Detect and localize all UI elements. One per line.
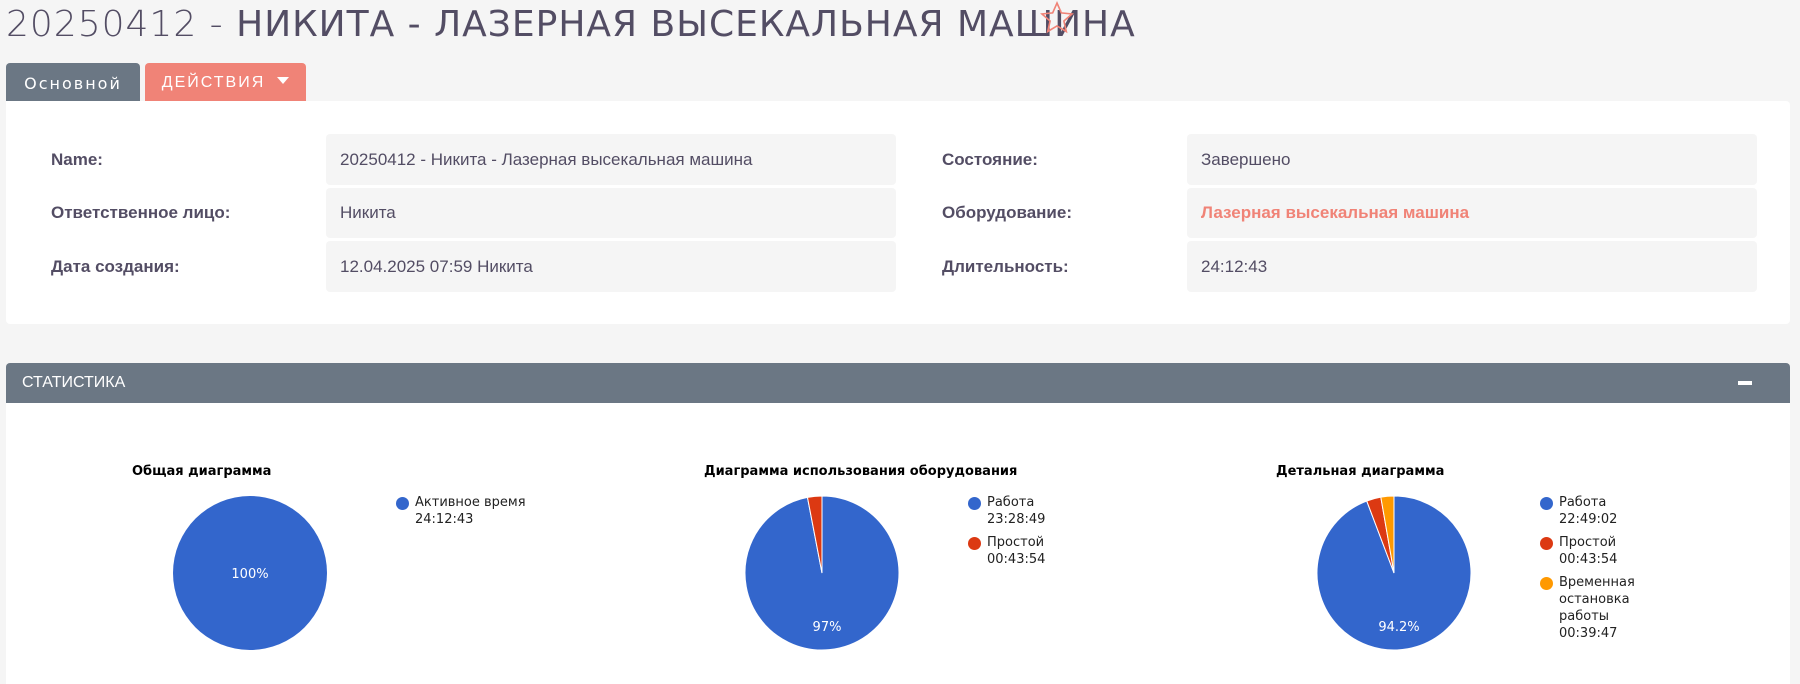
- legend-dot-red: [1540, 537, 1553, 550]
- equipment-link[interactable]: Лазерная высекальная машина: [1187, 188, 1757, 238]
- actions-dropdown-button[interactable]: ДЕЙСТВИЯ: [145, 63, 306, 103]
- legend-label: Активное время: [415, 495, 526, 510]
- legend-dot-blue: [1540, 497, 1553, 510]
- legend-value: 24:12:43: [415, 512, 474, 527]
- legend-dot-blue: [396, 497, 409, 510]
- pie-percent-label-1: 97%: [813, 620, 842, 635]
- duration-value: 24:12:43: [1187, 241, 1757, 292]
- chart-3-legend-3: Временная остановка работы 00:39:47: [1540, 574, 1649, 642]
- duration-label: Длительность:: [942, 257, 1069, 276]
- chart-2-title: Диаграмма использования оборудования: [704, 464, 1018, 479]
- tab-main[interactable]: Основной: [6, 63, 140, 103]
- name-value: 20250412 - Никита - Лазерная высекальная…: [326, 134, 896, 185]
- chart-3-title: Детальная диаграмма: [1276, 464, 1445, 479]
- tab-main-label: Основной: [24, 73, 122, 93]
- responsible-label: Ответственное лицо:: [51, 203, 231, 222]
- chart-2-pie: 97%: [744, 495, 900, 651]
- title-separator: -: [197, 4, 237, 45]
- legend-value: 23:28:49: [987, 512, 1046, 527]
- favorite-star-icon[interactable]: [1038, 0, 1076, 36]
- legend-label: Простой: [987, 535, 1045, 550]
- chart-1-title: Общая диаграмма: [132, 464, 272, 479]
- chart-1-legend-1: Активное время 24:12:43: [396, 494, 526, 528]
- detail-panel: Name: 20250412 - Никита - Лазерная высек…: [6, 101, 1790, 324]
- chart-2-legend-1: Работа 23:28:49: [968, 494, 1046, 528]
- pie-percent-label-2: 94.2%: [1378, 620, 1419, 635]
- legend-label: Работа: [1559, 495, 1607, 510]
- record-name: НИКИТА - ЛАЗЕРНАЯ ВЫСЕКАЛЬНАЯ МАШИНА: [236, 4, 1136, 45]
- chart-3-legend-2: Простой 00:43:54: [1540, 534, 1618, 568]
- created-value: 12.04.2025 07:59 Никита: [326, 241, 896, 292]
- statistics-title: СТАТИСТИКА: [22, 374, 126, 391]
- statistics-panel-body: Общая диаграмма 100% Активное время 24:1…: [6, 403, 1790, 684]
- name-label: Name:: [51, 150, 103, 169]
- collapse-minus-icon[interactable]: [1738, 381, 1752, 385]
- chart-3-pie: 94.2%: [1316, 495, 1472, 651]
- responsible-value: Никита: [326, 188, 896, 238]
- statistics-panel-header[interactable]: СТАТИСТИКА: [6, 363, 1790, 403]
- legend-value: 22:49:02: [1559, 512, 1618, 527]
- actions-label: ДЕЙСТВИЯ: [161, 74, 266, 91]
- legend-dot-orange: [1540, 577, 1553, 590]
- chart-3-legend-1: Работа 22:49:02: [1540, 494, 1618, 528]
- legend-value: 00:43:54: [987, 552, 1046, 567]
- legend-value: 00:39:47: [1559, 626, 1618, 641]
- page-title: 20250412 - НИКИТА - ЛАЗЕРНАЯ ВЫСЕКАЛЬНАЯ…: [6, 4, 1136, 45]
- equipment-label: Оборудование:: [942, 203, 1072, 222]
- chart-1-pie: 100%: [173, 496, 327, 650]
- legend-dot-blue: [968, 497, 981, 510]
- state-value: Завершено: [1187, 134, 1757, 185]
- chart-2-legend-2: Простой 00:43:54: [968, 534, 1046, 568]
- pie-percent-label-0: 100%: [231, 567, 268, 582]
- legend-label: Работа: [987, 495, 1035, 510]
- state-label: Состояние:: [942, 150, 1038, 169]
- created-label: Дата создания:: [51, 257, 180, 276]
- legend-label: Простой: [1559, 535, 1617, 550]
- legend-value: 00:43:54: [1559, 552, 1618, 567]
- record-id: 20250412: [6, 4, 198, 45]
- caret-down-icon: [277, 76, 290, 84]
- legend-dot-red: [968, 537, 981, 550]
- legend-label: Временная остановка работы: [1559, 575, 1635, 624]
